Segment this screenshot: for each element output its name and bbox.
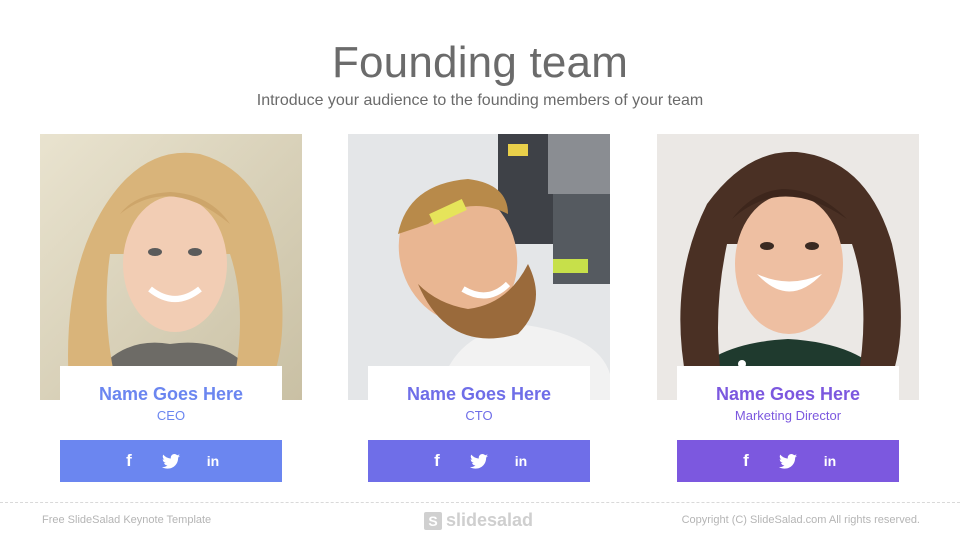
linkedin-icon[interactable]: in [204,453,222,469]
facebook-icon[interactable]: f [120,451,138,471]
member-role: CEO [156,408,186,423]
name-box-1: Name Goes Here CEO [60,366,282,423]
member-role: Marketing Director [734,408,842,423]
twitter-icon[interactable] [162,453,180,469]
linkedin-icon[interactable]: in [821,453,839,469]
twitter-icon[interactable] [470,453,488,469]
slide-subtitle: Introduce your audience to the founding … [256,92,704,109]
slide-title: Founding team [331,38,629,87]
member-role: CTO [465,408,493,423]
logo-mark-icon: S [424,511,442,530]
team-member-card-3: Name Goes Here Marketing Director f in [657,134,919,484]
member-name: Name Goes Here [98,384,244,404]
name-box-3: Name Goes Here Marketing Director [677,366,899,423]
footer-template-label: Free SlideSalad Keynote Template [42,514,212,526]
member-photo-2 [348,134,610,400]
name-box-2: Name Goes Here CTO [368,366,590,423]
logo-text: slidesalad [446,510,534,530]
footer-copyright: Copyright (C) SlideSalad.com All rights … [681,514,920,526]
team-member-card-1: Name Goes Here CEO f in [40,134,302,484]
footer-logo: S slidesalad [424,510,533,531]
social-bar-3: f in [677,440,899,482]
member-photo-3 [657,134,919,400]
social-bar-2: f in [368,440,590,482]
team-member-card-2: Name Goes Here CTO f in [348,134,610,484]
twitter-icon[interactable] [779,453,797,469]
member-name: Name Goes Here [406,384,552,404]
member-photo-1 [40,134,302,400]
member-name: Name Goes Here [715,384,861,404]
facebook-icon[interactable]: f [428,451,446,471]
facebook-icon[interactable]: f [737,451,755,471]
linkedin-icon[interactable]: in [512,453,530,469]
social-bar-1: f in [60,440,282,482]
footer-divider [0,502,960,503]
